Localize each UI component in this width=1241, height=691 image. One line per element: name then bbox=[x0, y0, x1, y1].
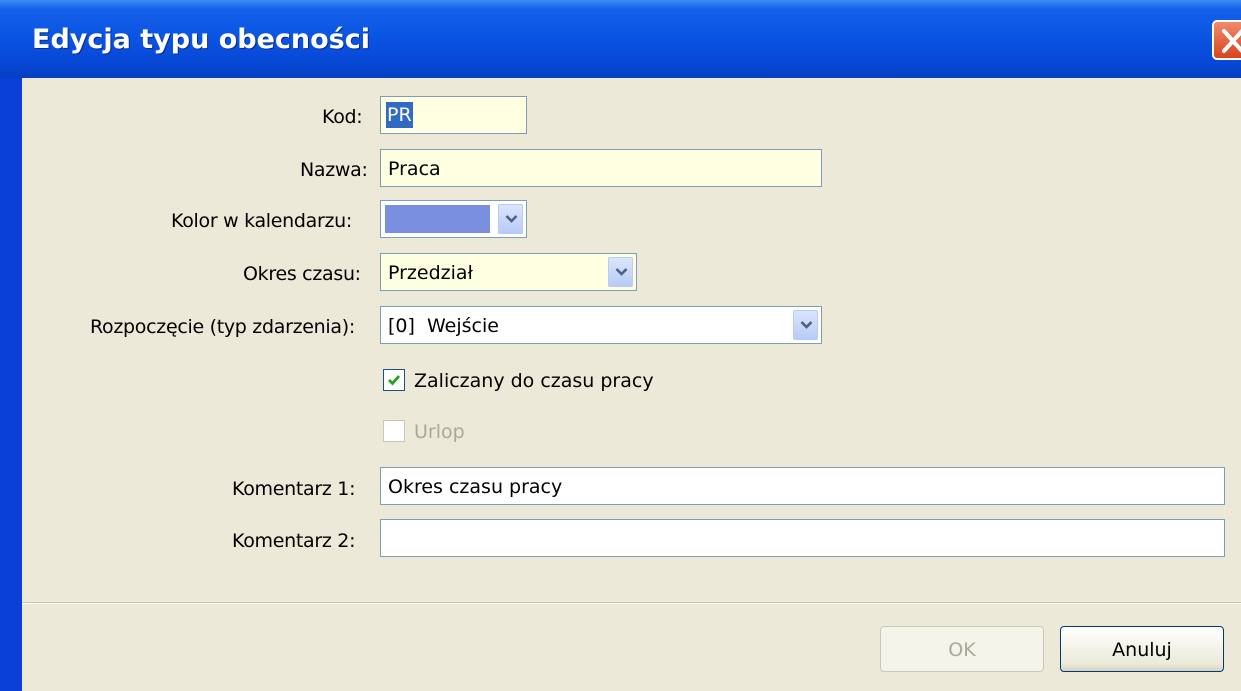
okres-select[interactable]: Przedział bbox=[380, 253, 637, 291]
kod-label: Kod: bbox=[322, 106, 363, 128]
zaliczany-checkbox[interactable] bbox=[383, 369, 405, 391]
ok-button[interactable]: OK bbox=[880, 626, 1044, 672]
komentarz1-field[interactable]: Okres czasu pracy bbox=[380, 467, 1225, 505]
urlop-checkbox[interactable] bbox=[383, 420, 405, 442]
kod-field[interactable]: PR bbox=[380, 96, 527, 134]
separator bbox=[22, 602, 1241, 604]
close-button[interactable] bbox=[1212, 20, 1241, 60]
komentarz1-value: Okres czasu pracy bbox=[388, 476, 563, 498]
komentarz2-field[interactable] bbox=[380, 519, 1225, 557]
komentarz1-label: Komentarz 1: bbox=[232, 478, 356, 500]
okres-dropdown-button[interactable] bbox=[608, 257, 633, 287]
nazwa-value: Praca bbox=[388, 158, 441, 180]
color-swatch bbox=[385, 205, 490, 233]
chevron-down-icon bbox=[615, 268, 628, 276]
urlop-label[interactable]: Urlop bbox=[414, 421, 465, 443]
okres-label: Okres czasu: bbox=[243, 263, 361, 285]
rozpoczecie-label: Rozpoczęcie (typ zdarzenia): bbox=[90, 316, 355, 338]
zaliczany-label[interactable]: Zaliczany do czasu pracy bbox=[414, 370, 654, 392]
title-bar[interactable]: Edycja typu obecności bbox=[0, 0, 1241, 78]
kod-value: PR bbox=[386, 102, 413, 128]
cancel-label: Anuluj bbox=[1112, 639, 1172, 661]
close-icon bbox=[1222, 29, 1241, 53]
kolor-select[interactable] bbox=[380, 200, 527, 238]
kolor-label: Kolor w kalendarzu: bbox=[171, 210, 353, 232]
rozpoczecie-dropdown-button[interactable] bbox=[793, 310, 818, 340]
chevron-down-icon bbox=[800, 321, 813, 329]
kolor-dropdown-button[interactable] bbox=[498, 204, 523, 234]
checkmark-icon bbox=[388, 375, 401, 386]
cancel-button[interactable]: Anuluj bbox=[1060, 626, 1224, 672]
chevron-down-icon bbox=[505, 215, 518, 223]
nazwa-field[interactable]: Praca bbox=[380, 149, 822, 187]
rozpoczecie-value: [0] Wejście bbox=[388, 315, 499, 337]
dialog-body: Kod: PR Nazwa: Praca Kolor w kalendarzu:… bbox=[22, 78, 1241, 691]
dialog-window: Edycja typu obecności Kod: PR Nazwa: Pra… bbox=[0, 0, 1241, 691]
nazwa-label: Nazwa: bbox=[300, 159, 368, 181]
dialog-title: Edycja typu obecności bbox=[32, 24, 371, 55]
okres-value: Przedział bbox=[388, 262, 473, 284]
rozpoczecie-select[interactable]: [0] Wejście bbox=[380, 306, 822, 344]
ok-label: OK bbox=[948, 639, 976, 661]
komentarz2-label: Komentarz 2: bbox=[232, 530, 356, 552]
